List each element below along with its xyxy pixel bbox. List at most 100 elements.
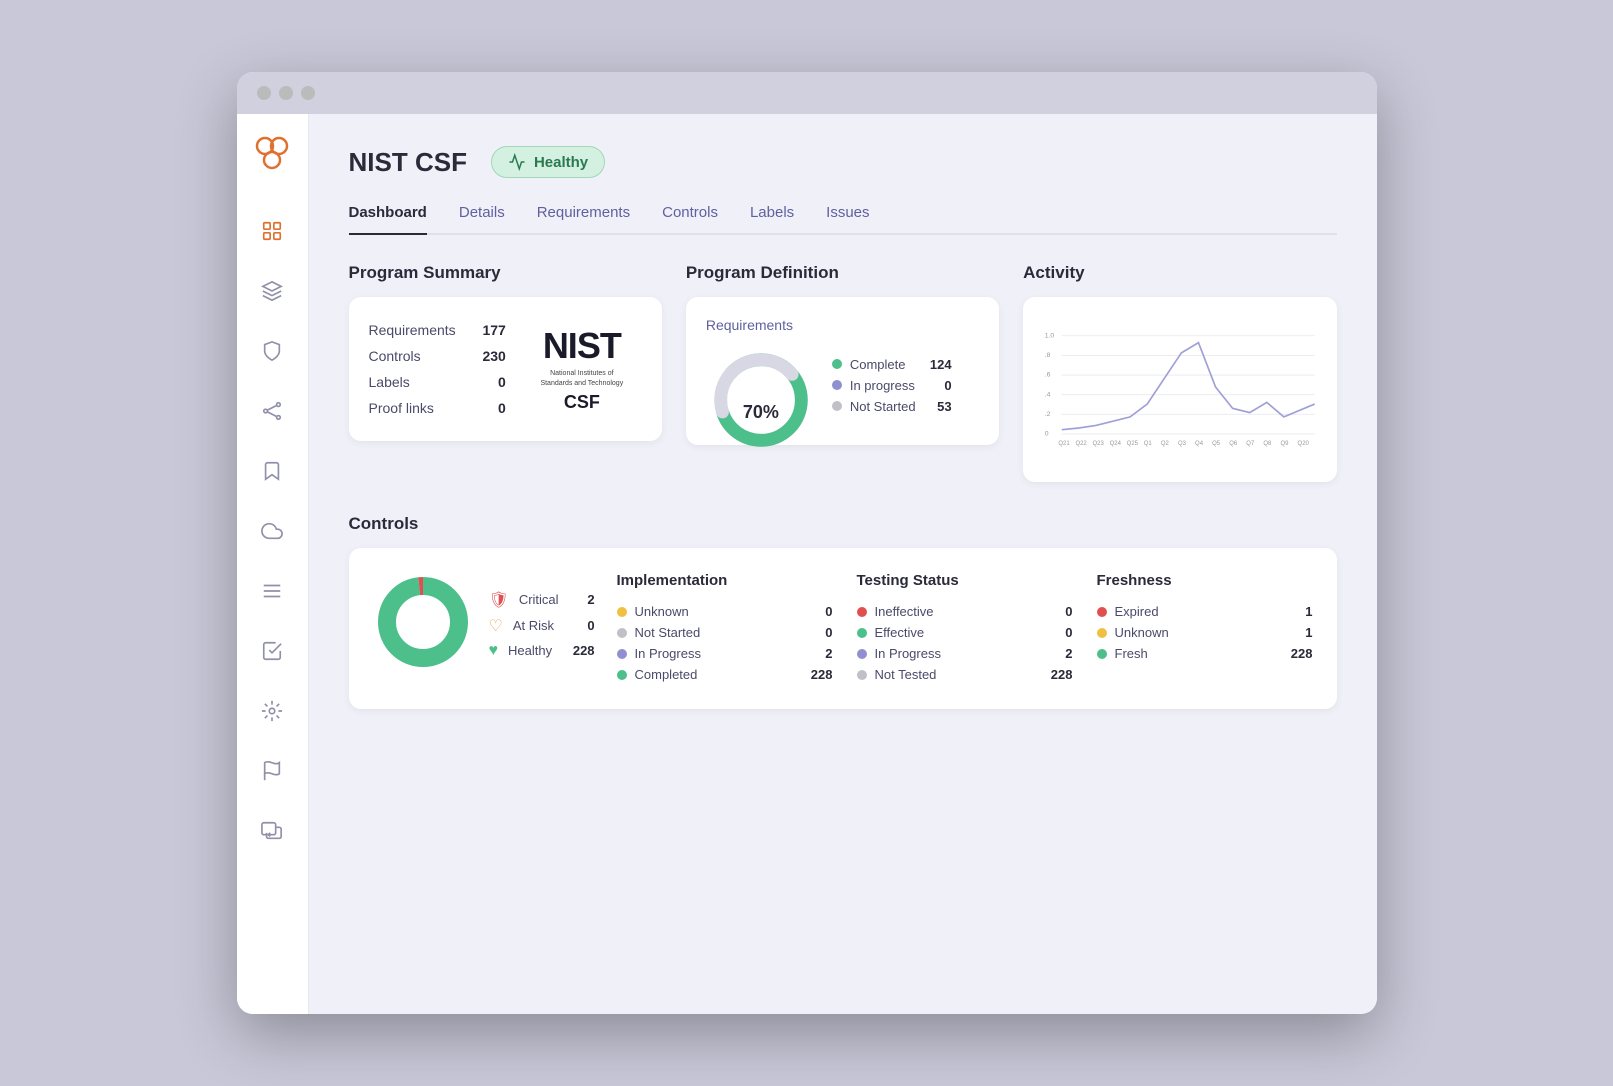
test-ineffective: Ineffective 0	[857, 601, 1073, 622]
requirements-donut-label: 70%	[743, 402, 779, 423]
test-nottested-value: 228	[1049, 667, 1073, 682]
svg-text:.8: .8	[1045, 352, 1051, 359]
svg-text:Q6: Q6	[1229, 441, 1238, 447]
controls-section-title: Controls	[349, 514, 1337, 534]
svg-text:.4: .4	[1045, 391, 1051, 398]
requirements-donut-chart	[706, 345, 816, 455]
sidebar-item-cloud[interactable]	[254, 513, 290, 549]
test-inprogress: In Progress 2	[857, 643, 1073, 664]
ctrl-label: Controls	[369, 348, 421, 364]
controls-donut-chart-wrapper	[373, 572, 473, 677]
freshness-title: Freshness	[1097, 572, 1313, 589]
impl-unknown-value: 0	[809, 604, 833, 619]
fresh-unknown-value: 1	[1289, 625, 1313, 640]
impl-completed-dot	[617, 670, 627, 680]
program-summary-card: Requirements 177 Controls 230 Labels 0	[349, 297, 662, 441]
sidebar-item-flags[interactable]	[254, 753, 290, 789]
test-nottested-label: Not Tested	[875, 667, 937, 682]
fresh-expired-value: 1	[1289, 604, 1313, 619]
sidebar-item-packages[interactable]	[254, 273, 290, 309]
tab-details[interactable]: Details	[459, 194, 505, 235]
svg-text:Q4: Q4	[1195, 441, 1204, 447]
sidebar-item-tasks[interactable]	[254, 633, 290, 669]
tab-dashboard[interactable]: Dashboard	[349, 194, 427, 235]
svg-text:Q21: Q21	[1059, 441, 1071, 447]
svg-text:Q7: Q7	[1246, 441, 1255, 447]
sidebar-item-api[interactable]	[254, 693, 290, 729]
svg-text:Q25: Q25	[1127, 441, 1139, 447]
impl-inprogress-label: In Progress	[635, 646, 701, 661]
implementation-section: Implementation Unknown 0 Not Started 0	[617, 572, 833, 685]
activity-card: 1.0 .8 .6 .4 .2 0	[1023, 297, 1336, 482]
controls-donut-section: 🛡 Critical 2 ♡ At Risk 0 ♥	[373, 572, 593, 677]
sidebar-item-dashboard[interactable]	[254, 213, 290, 249]
svg-text:Q22: Q22	[1076, 441, 1088, 447]
impl-inprogress-dot	[617, 649, 627, 659]
svg-text:.6: .6	[1045, 372, 1051, 379]
browser-dot-2	[279, 86, 293, 100]
impl-inprogress-value: 2	[809, 646, 833, 661]
inprogress-dot	[832, 380, 842, 390]
test-inprogress-label: In Progress	[875, 646, 941, 661]
proof-label: Proof links	[369, 400, 434, 416]
svg-text:Q24: Q24	[1110, 441, 1122, 447]
complete-dot	[832, 359, 842, 369]
critical-icon: 🛡	[489, 590, 509, 610]
controls-donut-legend: 🛡 Critical 2 ♡ At Risk 0 ♥	[489, 587, 595, 663]
program-definition-section: Program Definition Requirements	[686, 263, 999, 482]
nist-logo: NIST National Institutes ofStandards and…	[522, 325, 642, 412]
legend-notstarted: Not Started 53	[832, 396, 952, 417]
browser-dot-3	[301, 86, 315, 100]
healthy-label: Healthy	[508, 643, 552, 658]
fresh-fresh-value: 228	[1289, 646, 1313, 661]
req-label: Requirements	[369, 322, 456, 338]
app-logo[interactable]	[253, 134, 291, 177]
sidebar-item-deploy[interactable]	[254, 813, 290, 849]
lbl-value: 0	[466, 374, 506, 390]
implementation-title: Implementation	[617, 572, 833, 589]
impl-unknown-label: Unknown	[635, 604, 689, 619]
heartbeat-icon	[508, 153, 526, 171]
healthy-value: 228	[567, 643, 595, 658]
test-inprogress-dot	[857, 649, 867, 659]
impl-completed-value: 228	[809, 667, 833, 682]
test-nottested-dot	[857, 670, 867, 680]
sidebar-item-list[interactable]	[254, 573, 290, 609]
svg-text:.2: .2	[1045, 411, 1051, 418]
sidebar-item-bookmarks[interactable]	[254, 453, 290, 489]
atrisk-value: 0	[567, 618, 595, 633]
sidebar-item-security[interactable]	[254, 333, 290, 369]
program-definition-card: Requirements	[686, 297, 999, 445]
activity-section: Activity 1.0 .8 .6 .4 .2 0	[1023, 263, 1336, 482]
tab-issues[interactable]: Issues	[826, 194, 869, 235]
complete-value: 124	[924, 357, 952, 372]
sidebar-item-graph[interactable]	[254, 393, 290, 429]
test-ineffective-value: 0	[1049, 604, 1073, 619]
svg-text:Q2: Q2	[1161, 441, 1170, 447]
svg-text:Q3: Q3	[1178, 441, 1187, 447]
controls-legend-healthy: ♥ Healthy 228	[489, 639, 595, 663]
summary-table: Requirements 177 Controls 230 Labels 0	[369, 317, 506, 421]
tab-controls[interactable]: Controls	[662, 194, 718, 235]
program-summary-section: Program Summary Requirements 177 Control…	[349, 263, 662, 482]
browser-body: NIST CSF Healthy Dashboard Details Requi…	[237, 114, 1377, 1014]
fresh-unknown: Unknown 1	[1097, 622, 1313, 643]
notstarted-value: 53	[924, 399, 952, 414]
tab-labels[interactable]: Labels	[750, 194, 794, 235]
inprogress-label: In progress	[850, 378, 915, 393]
summary-row-controls: Controls 230	[369, 343, 506, 369]
tab-requirements[interactable]: Requirements	[537, 194, 630, 235]
sidebar	[237, 114, 309, 1014]
atrisk-icon: ♡	[489, 616, 503, 636]
activity-line-chart: 1.0 .8 .6 .4 .2 0	[1043, 317, 1316, 457]
fresh-expired-dot	[1097, 607, 1107, 617]
testing-status-title: Testing Status	[857, 572, 1073, 589]
svg-text:Q20: Q20	[1298, 441, 1310, 447]
impl-notstarted-label: Not Started	[635, 625, 701, 640]
test-effective-dot	[857, 628, 867, 638]
controls-legend-atrisk: ♡ At Risk 0	[489, 613, 595, 639]
fresh-expired: Expired 1	[1097, 601, 1313, 622]
impl-notstarted-dot	[617, 628, 627, 638]
lbl-label: Labels	[369, 374, 410, 390]
browser-dot-1	[257, 86, 271, 100]
